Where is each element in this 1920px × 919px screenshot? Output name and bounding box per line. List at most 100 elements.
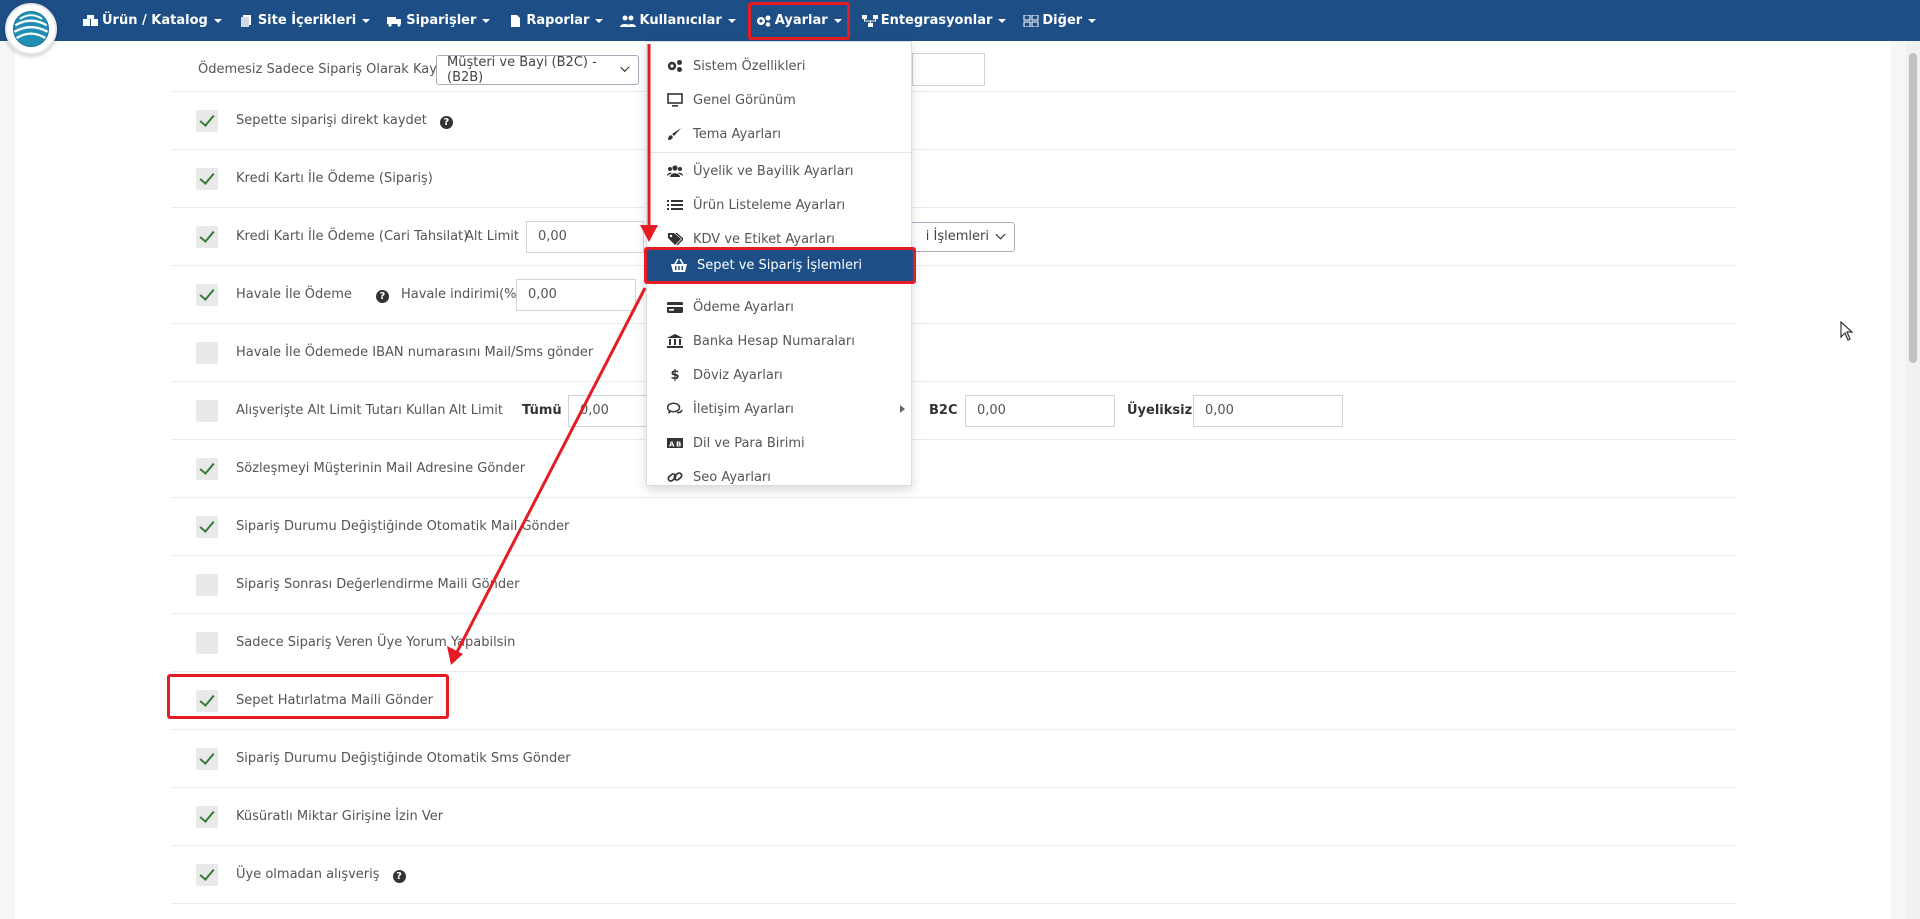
checkbox[interactable] bbox=[196, 399, 218, 422]
form-row-order-only: Ödemesiz Sadece Sipariş Olarak Kayıt Müş… bbox=[172, 48, 1737, 92]
nav-raporlar[interactable]: Raporlar bbox=[502, 3, 608, 39]
caret-down-icon bbox=[998, 18, 1007, 23]
settings-form: Ödemesiz Sadece Sipariş Olarak Kayıt Müş… bbox=[172, 48, 1737, 919]
question-circle-icon[interactable]: ? bbox=[392, 869, 406, 883]
checkbox[interactable] bbox=[196, 863, 218, 886]
file-icon bbox=[511, 14, 521, 27]
nav-ayarlar[interactable]: Ayarlar bbox=[747, 1, 850, 40]
nav-label: Entegrasyonlar bbox=[880, 13, 993, 28]
users-icon bbox=[620, 15, 637, 27]
caret-down-icon bbox=[213, 18, 222, 23]
page-scrollbar[interactable] bbox=[1906, 41, 1920, 919]
basket-icon bbox=[671, 258, 687, 272]
globe-logo-icon[interactable] bbox=[5, 3, 57, 55]
link-icon bbox=[667, 472, 683, 482]
caret-down-icon bbox=[727, 18, 736, 23]
caret-down-icon bbox=[833, 18, 842, 23]
menu-item-urun-listeleme[interactable]: Ürün Listeleme Ayarları bbox=[647, 188, 911, 222]
cc-alt-limit-input[interactable]: 0,00 bbox=[526, 220, 644, 253]
alt-limit-label: Alt Limit bbox=[465, 229, 519, 244]
row-label: Sipariş Durumu Değiştiğinde Otomatik Sms… bbox=[236, 751, 571, 766]
truck-icon bbox=[387, 16, 402, 27]
checkbox[interactable] bbox=[196, 109, 218, 132]
order-only-label: Ödemesiz Sadece Sipariş Olarak Kayıt bbox=[198, 62, 446, 77]
row-label: Sipariş Sonrası Değerlendirme Maili Gönd… bbox=[236, 577, 520, 592]
row-label: Alışverişte Alt Limit Tutarı Kullan bbox=[236, 403, 446, 418]
chevron-down-icon bbox=[995, 229, 1006, 240]
comments-icon bbox=[667, 402, 683, 414]
menu-item-genel-gorunum[interactable]: Genel Görünüm bbox=[647, 83, 911, 117]
question-circle-icon[interactable]: ? bbox=[375, 289, 389, 303]
checkbox[interactable] bbox=[196, 457, 218, 480]
checkbox[interactable] bbox=[196, 341, 218, 364]
menu-item-sepet-siparis[interactable]: Sepet ve Sipariş İşlemleri bbox=[644, 247, 916, 284]
nav-label: Site İçerikleri bbox=[257, 13, 357, 28]
checkbox[interactable] bbox=[196, 631, 218, 654]
nav-urun-katalog[interactable]: Ürün / Katalog bbox=[78, 3, 227, 39]
customer-type-select[interactable]: Müşteri ve Bayi (B2C) - (B2B) bbox=[436, 54, 639, 85]
form-row: Alışverişte Alt Limit Tutarı Kullan Alt … bbox=[172, 382, 1737, 440]
cogs-icon bbox=[756, 15, 771, 27]
form-row: Sadece Sipariş Veren Üye Yorum Yapabilsi… bbox=[172, 614, 1737, 672]
nav-siparisler[interactable]: Siparişler bbox=[382, 3, 495, 39]
scrollbar-thumb[interactable] bbox=[1909, 53, 1917, 363]
boxes-icon bbox=[83, 14, 98, 26]
list-icon bbox=[667, 200, 683, 210]
b2c-limit-input[interactable]: 0,00 bbox=[965, 394, 1115, 427]
settings-dropdown-menu: Sistem Özellikleri Genel Görünüm Tema Ay… bbox=[644, 41, 916, 486]
question-circle-icon[interactable]: ? bbox=[439, 115, 453, 129]
menu-item-dil-para[interactable]: AB Dil ve Para Birimi bbox=[647, 426, 911, 460]
menu-item-banka-hesap[interactable]: Banka Hesap Numaraları bbox=[647, 324, 911, 358]
b2c-label: B2C bbox=[929, 403, 958, 418]
top-navbar: Ürün / Katalog Site İçerikleri Siparişle… bbox=[0, 0, 1920, 41]
monitor-icon bbox=[667, 93, 683, 107]
menu-item-seo[interactable]: Seo Ayarları bbox=[647, 460, 911, 494]
checkbox[interactable] bbox=[196, 283, 218, 306]
menu-item-doviz[interactable]: $ Döviz Ayarları bbox=[647, 358, 911, 392]
cogs-icon bbox=[667, 60, 682, 72]
all-limit-input[interactable]: 0,00 bbox=[568, 394, 650, 427]
form-row-partial bbox=[172, 904, 1737, 919]
nav-entegrasyonlar[interactable]: Entegrasyonlar bbox=[857, 3, 1012, 39]
menu-item-tema-ayarlari[interactable]: Tema Ayarları bbox=[647, 117, 911, 151]
row-label: Sepette siparişi direkt kaydet? bbox=[236, 113, 453, 129]
nav-diger[interactable]: Diğer bbox=[1018, 3, 1101, 39]
tags-icon bbox=[668, 232, 683, 246]
form-row: Havale İle Ödeme? Havale indirimi(%) 0,0… bbox=[172, 266, 1737, 324]
checkbox[interactable] bbox=[196, 167, 218, 190]
row-label: Küsüratlı Miktar Girişine İzin Ver bbox=[236, 809, 444, 824]
nav-site-icerikleri[interactable]: Site İçerikleri bbox=[234, 3, 375, 39]
checkbox[interactable] bbox=[196, 573, 218, 596]
transfer-discount-input[interactable]: 0,00 bbox=[516, 278, 636, 311]
first-row-extra-input[interactable] bbox=[912, 53, 985, 86]
form-row: Havale İle Ödemede IBAN numarasını Mail/… bbox=[172, 324, 1737, 382]
caret-down-icon bbox=[482, 18, 491, 23]
menu-item-iletisim[interactable]: İletişim Ayarları bbox=[647, 392, 911, 426]
form-row: Sipariş Durumu Değiştiğinde Otomatik Sms… bbox=[172, 730, 1737, 788]
form-row: Sipariş Sonrası Değerlendirme Maili Gönd… bbox=[172, 556, 1737, 614]
row-label: Havale İle Ödeme? bbox=[236, 287, 389, 303]
credit-card-icon bbox=[667, 302, 683, 313]
checkbox[interactable] bbox=[196, 515, 218, 538]
customer-type-select-value: Müşteri ve Bayi (B2C) - (B2B) bbox=[447, 54, 597, 85]
checkbox[interactable] bbox=[196, 747, 218, 770]
brush-icon bbox=[668, 128, 681, 140]
nav-label: Raporlar bbox=[526, 13, 590, 28]
row-label: Sadece Sipariş Veren Üye Yorum Yapabilsi… bbox=[236, 635, 516, 650]
nav-label: Ayarlar bbox=[774, 13, 828, 28]
nonmember-limit-input[interactable]: 0,00 bbox=[1193, 394, 1343, 427]
chevron-down-icon bbox=[620, 62, 630, 73]
main-menu: Ürün / Katalog Site İçerikleri Siparişle… bbox=[78, 0, 1108, 41]
form-row: Üye olmadan alışveriş? bbox=[172, 846, 1737, 904]
checkbox[interactable] bbox=[196, 225, 218, 248]
nav-kullanicilar[interactable]: Kullanıcılar bbox=[615, 3, 740, 39]
form-row: Kredi Kartı İle Ödeme (Sipariş) bbox=[172, 150, 1737, 208]
checkbox[interactable] bbox=[196, 805, 218, 828]
menu-item-odeme-ayarlari[interactable]: Ödeme Ayarları bbox=[647, 290, 911, 324]
menu-item-sistem-ozellikleri[interactable]: Sistem Özellikleri bbox=[647, 49, 911, 83]
alt-limit-label: Alt Limit bbox=[449, 403, 503, 418]
nav-label: Ürün / Katalog bbox=[102, 13, 208, 28]
copy-icon bbox=[240, 14, 251, 27]
menu-item-uyelik-bayilik[interactable]: Üyelik ve Bayilik Ayarları bbox=[647, 154, 911, 188]
caret-right-icon bbox=[900, 405, 905, 413]
